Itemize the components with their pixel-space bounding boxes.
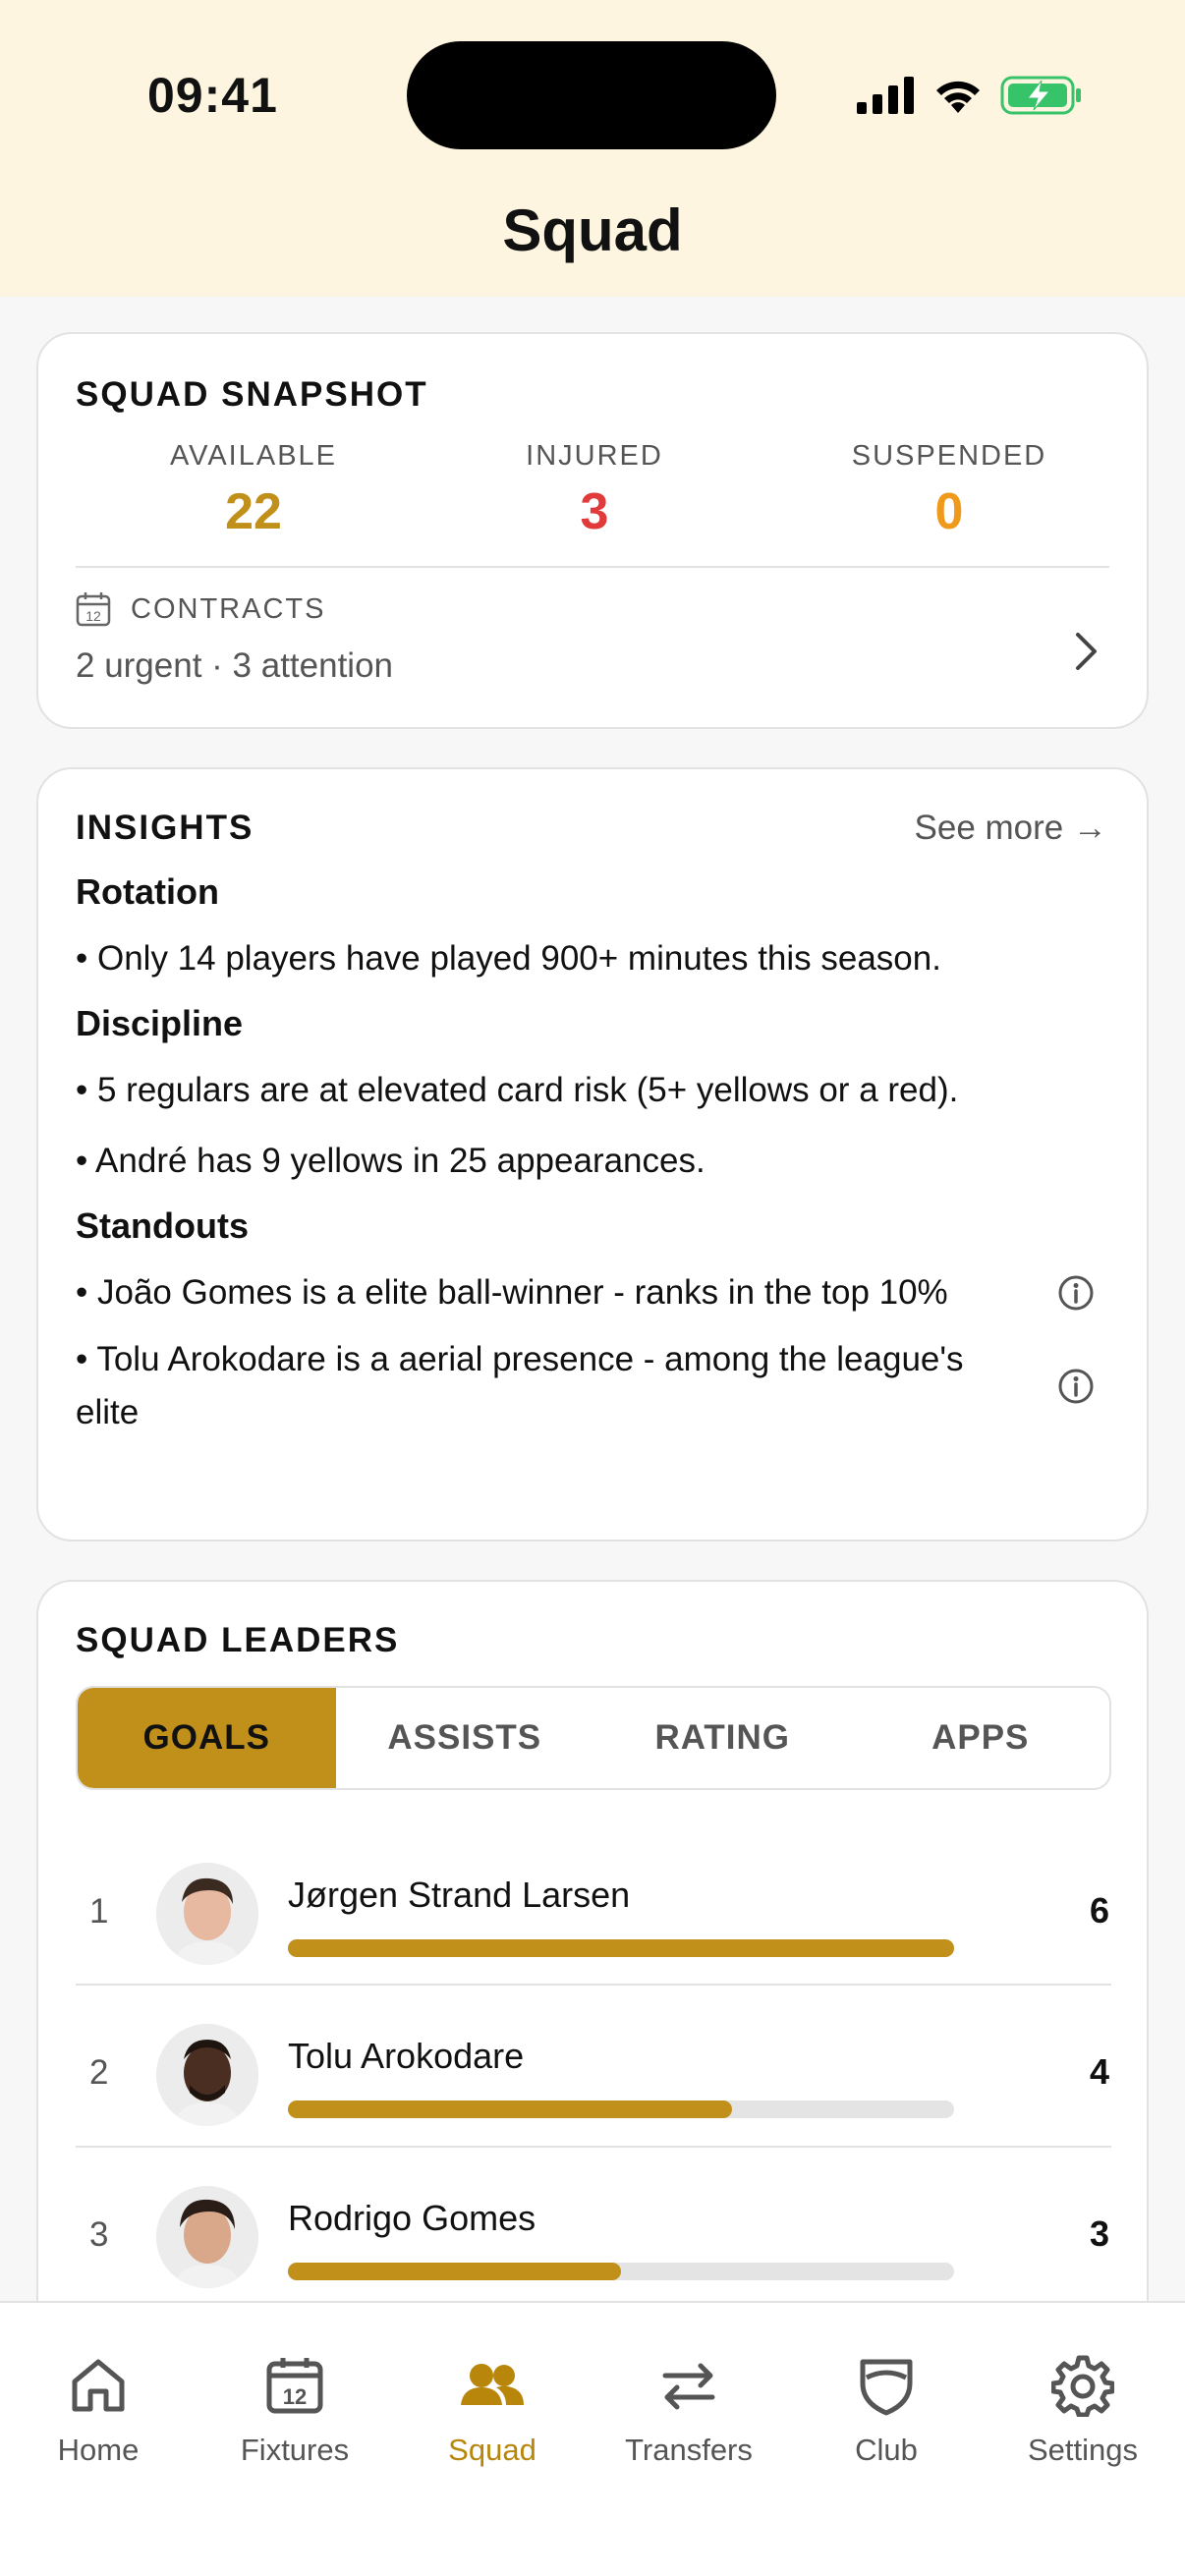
nav-label: Fixtures — [240, 2433, 350, 2467]
insight-item: • Tolu Arokodare is a aerial presence - … — [76, 1333, 1109, 1439]
page-title: Squad — [502, 197, 683, 263]
squad-snapshot-card: SQUAD SNAPSHOT AVAILABLE 22 INJURED 3 SU… — [36, 332, 1149, 729]
leader-row[interactable]: 1 Jørgen Strand Larsen 6 — [76, 1833, 1111, 1994]
info-icon[interactable] — [1056, 1367, 1096, 1406]
insights-body: Rotation • Only 14 players have played 9… — [76, 871, 1109, 1453]
stat-injured: INJURED 3 — [432, 440, 757, 541]
signal-icon — [857, 77, 914, 114]
battery-charging-icon — [1000, 76, 1081, 115]
nav-label: Transfers — [625, 2433, 753, 2467]
tab-rating[interactable]: RATING — [593, 1688, 852, 1788]
insight-item: • Only 14 players have played 900+ minut… — [76, 939, 941, 978]
transfers-icon — [662, 2363, 715, 2410]
contracts-detail: 2 urgent · 3 attention — [76, 646, 393, 685]
leader-value: 6 — [1089, 1890, 1109, 1931]
info-icon[interactable] — [1056, 1273, 1096, 1313]
avatar — [156, 1863, 258, 1965]
leader-bar-fill — [288, 2100, 733, 2118]
nav-transfers[interactable]: Transfers — [591, 2348, 787, 2468]
leaders-title: SQUAD LEADERS — [76, 1621, 400, 1659]
insight-text: • Tolu Arokodare is a aerial presence - … — [76, 1340, 964, 1431]
contracts-row[interactable]: 12 CONTRACTS 2 urgent · 3 attention — [76, 591, 1109, 709]
svg-text:12: 12 — [283, 2384, 307, 2409]
leader-bar-fill — [288, 1939, 954, 1957]
wifi-icon — [936, 81, 980, 113]
stat-label: SUSPENDED — [851, 440, 1047, 472]
nav-club[interactable]: Club — [788, 2348, 985, 2468]
chevron-right-icon[interactable] — [1074, 631, 1100, 672]
insights-card: INSIGHTS See more → Rotation • Only 14 p… — [36, 767, 1149, 1541]
status-time: 09:41 — [147, 68, 278, 123]
nav-fixtures[interactable]: 12 Fixtures — [197, 2348, 393, 2468]
insight-text: • João Gomes is a elite ball-winner - ra… — [76, 1273, 948, 1312]
squad-leaders-card: SQUAD LEADERS GOALS ASSISTS RATING APPS … — [36, 1580, 1149, 2326]
contracts-label: CONTRACTS — [131, 592, 326, 625]
leader-bar-track — [288, 2100, 954, 2118]
stat-value: 0 — [934, 483, 964, 540]
nav-label: Squad — [448, 2433, 536, 2467]
divider — [76, 2146, 1111, 2148]
insight-item: • André has 9 yellows in 25 appearances. — [76, 1142, 705, 1180]
leader-name: Tolu Arokodare — [288, 2036, 525, 2076]
insight-item: • João Gomes is a elite ball-winner - ra… — [76, 1266, 1109, 1319]
tab-assists[interactable]: ASSISTS — [336, 1688, 594, 1788]
insight-heading: Rotation — [76, 871, 219, 912]
leader-rank: 1 — [89, 1892, 109, 1931]
insights-title: INSIGHTS — [76, 809, 254, 847]
calendar-icon: 12 — [76, 592, 111, 627]
leader-row[interactable]: 3 Rodrigo Gomes 3 — [76, 2156, 1111, 2318]
nav-home[interactable]: Home — [0, 2348, 197, 2468]
leaders-tabs: GOALS ASSISTS RATING APPS — [76, 1686, 1111, 1790]
leader-value: 3 — [1089, 2213, 1109, 2254]
header: 09:41 Squad — [0, 0, 1185, 297]
nav-settings[interactable]: Settings — [985, 2348, 1181, 2468]
nav-label: Settings — [1027, 2433, 1138, 2467]
leader-value: 4 — [1089, 2051, 1109, 2092]
avatar — [156, 2186, 258, 2288]
stat-label: AVAILABLE — [169, 440, 338, 472]
leader-bar-track — [288, 1939, 954, 1957]
divider — [76, 566, 1109, 568]
calendar-icon: 12 — [266, 2358, 323, 2414]
bottom-tab-bar: Home 12 Fixtures Squad Transfers Club Se… — [0, 2301, 1185, 2576]
leader-row[interactable]: 2 Tolu Arokodare 4 — [76, 1994, 1111, 2156]
dynamic-island — [407, 41, 776, 149]
leader-rank: 3 — [89, 2215, 109, 2254]
nav-label: Club — [855, 2433, 918, 2467]
leader-name: Jørgen Strand Larsen — [288, 1875, 631, 1915]
shield-icon — [860, 2359, 913, 2416]
divider — [76, 1984, 1111, 1986]
avatar — [156, 2024, 258, 2126]
see-more-link[interactable]: See more → — [915, 809, 1107, 848]
home-icon — [72, 2359, 125, 2412]
tab-apps[interactable]: APPS — [852, 1688, 1110, 1788]
leader-bar-fill — [288, 2263, 621, 2280]
squad-icon — [461, 2364, 524, 2405]
leader-rank: 2 — [89, 2053, 109, 2092]
tab-goals[interactable]: GOALS — [78, 1688, 336, 1788]
gear-icon — [1051, 2355, 1114, 2417]
stat-label: INJURED — [526, 440, 663, 472]
nav-label: Home — [57, 2433, 140, 2467]
leader-name: Rodrigo Gomes — [288, 2198, 536, 2238]
insight-heading: Discipline — [76, 1003, 244, 1043]
stat-value: 3 — [580, 483, 609, 540]
stat-available: AVAILABLE 22 — [91, 440, 416, 541]
snapshot-title: SQUAD SNAPSHOT — [76, 375, 428, 414]
leader-bar-track — [288, 2263, 954, 2280]
insight-heading: Standouts — [76, 1205, 249, 1246]
stat-suspended: SUSPENDED 0 — [787, 440, 1111, 541]
stat-value: 22 — [225, 483, 282, 540]
status-icons — [857, 75, 1083, 116]
insight-item: • 5 regulars are at elevated card risk (… — [76, 1071, 959, 1109]
nav-squad[interactable]: Squad — [394, 2348, 591, 2468]
svg-text:12: 12 — [85, 608, 101, 624]
